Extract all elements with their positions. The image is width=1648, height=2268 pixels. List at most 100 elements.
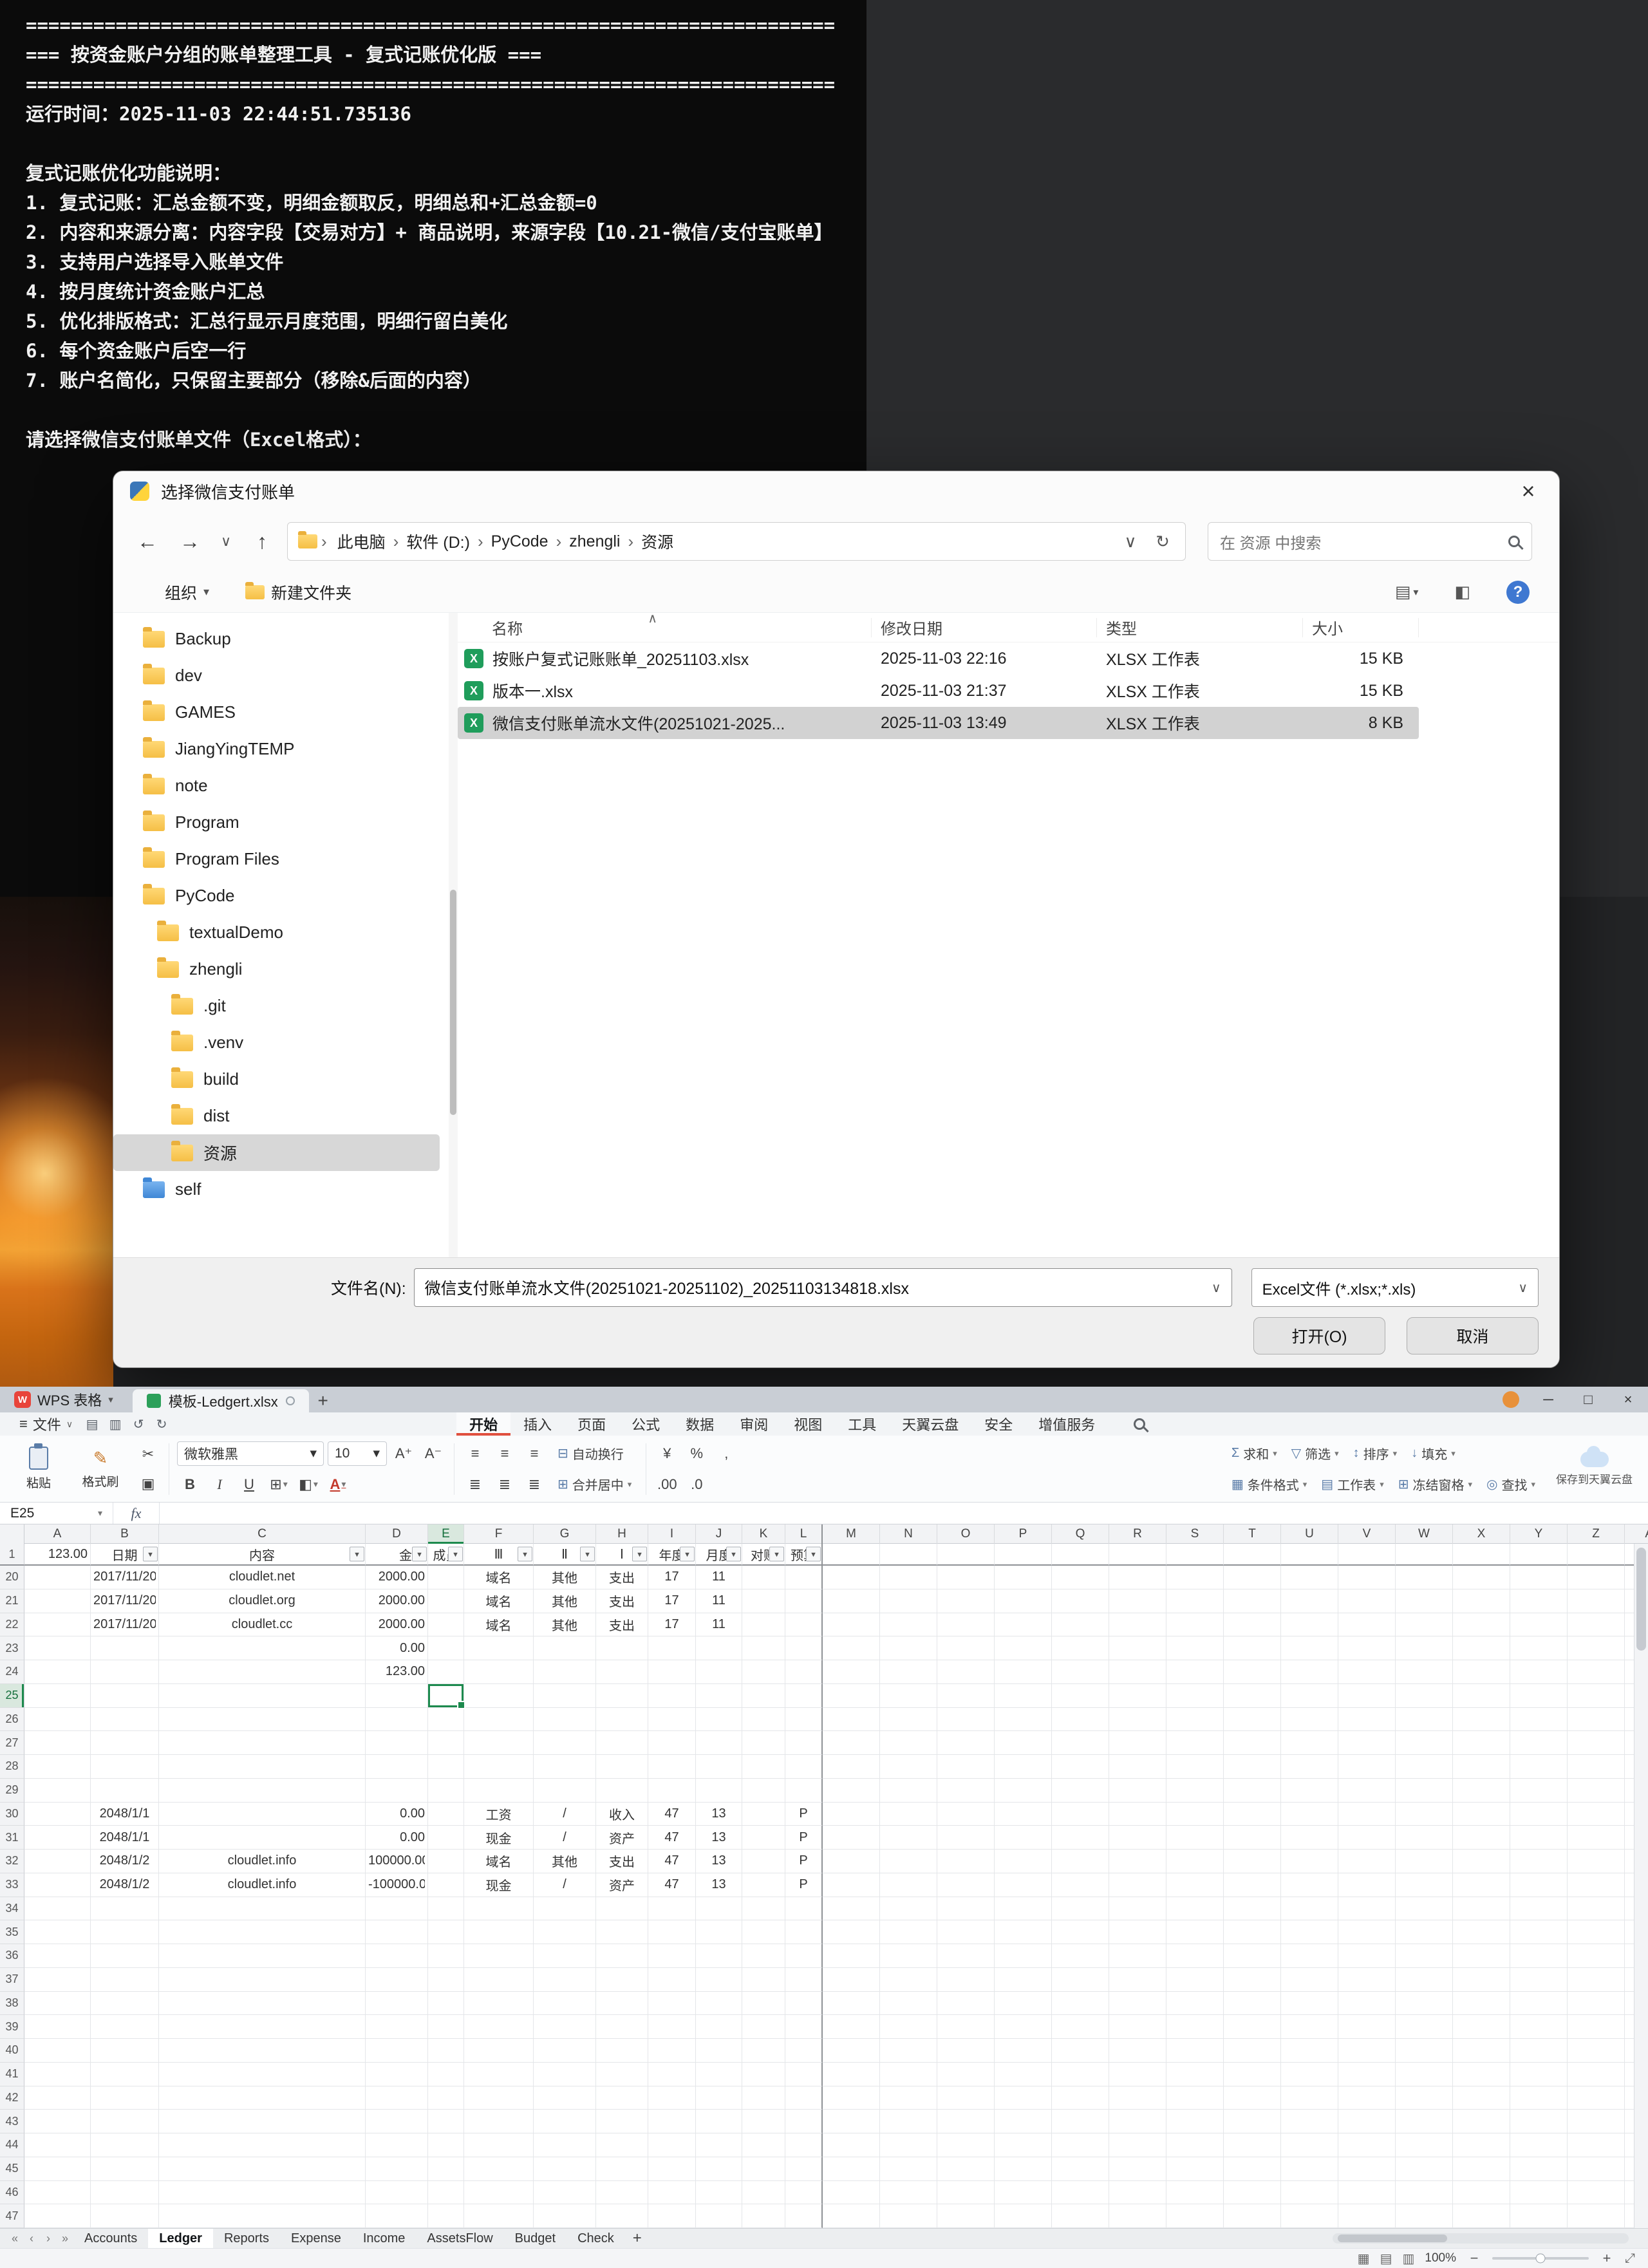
next-sheet-icon[interactable]: › — [40, 2232, 57, 2245]
currency-format-icon[interactable]: ¥ — [654, 1441, 680, 1466]
cell-L38[interactable] — [785, 1992, 823, 2016]
column-header-A[interactable]: A — [24, 1524, 91, 1544]
cell-Z29[interactable] — [1568, 1779, 1625, 1803]
cell-C26[interactable] — [159, 1708, 366, 1732]
cell-A42[interactable] — [24, 2086, 91, 2110]
cell-J47[interactable] — [696, 2204, 742, 2228]
help-icon[interactable]: ? — [1506, 581, 1530, 604]
column-header-G[interactable]: G — [534, 1524, 596, 1544]
cell-V31[interactable] — [1338, 1826, 1396, 1850]
menu-安全[interactable]: 安全 — [971, 1412, 1025, 1436]
cell-V36[interactable] — [1338, 1944, 1396, 1968]
cell-B27[interactable] — [91, 1731, 159, 1755]
cell-G42[interactable] — [534, 2086, 596, 2110]
tree-item-note[interactable]: note — [113, 767, 440, 804]
cell-Y23[interactable] — [1510, 1636, 1568, 1660]
row-header-32[interactable]: 32 — [0, 1850, 24, 1873]
cell-U36[interactable] — [1281, 1944, 1338, 1968]
tree-item-self[interactable]: self — [113, 1171, 440, 1208]
cell-D42[interactable] — [366, 2086, 428, 2110]
cell-E38[interactable] — [428, 1992, 464, 2016]
open-button[interactable]: 打开(O) — [1253, 1317, 1385, 1354]
cell-K29[interactable] — [742, 1779, 785, 1803]
tree-item-Program[interactable]: Program — [113, 804, 440, 841]
cell-O22[interactable] — [937, 1613, 995, 1637]
cell-K37[interactable] — [742, 1968, 785, 1992]
cell-K28[interactable] — [742, 1755, 785, 1779]
cell-P46[interactable] — [995, 2181, 1052, 2205]
cell-X40[interactable] — [1453, 2039, 1510, 2063]
filter-icon[interactable]: ▾ — [412, 1547, 427, 1562]
row-header-26[interactable]: 26 — [0, 1708, 24, 1732]
cell-Z41[interactable] — [1568, 2063, 1625, 2086]
cell-S35[interactable] — [1166, 1920, 1224, 1944]
cell-A25[interactable] — [24, 1684, 91, 1708]
cell-X41[interactable] — [1453, 2063, 1510, 2086]
cell-S21[interactable] — [1166, 1589, 1224, 1613]
cell-G23[interactable] — [534, 1636, 596, 1660]
cell-Z32[interactable] — [1568, 1850, 1625, 1873]
column-header-T[interactable]: T — [1224, 1524, 1281, 1544]
sheet-tab-Check[interactable]: Check — [566, 2229, 625, 2249]
cell-A24[interactable] — [24, 1660, 91, 1684]
cell-K39[interactable] — [742, 2015, 785, 2039]
cell-F42[interactable] — [464, 2086, 534, 2110]
cell-B21[interactable]: 2017/11/20 — [91, 1589, 159, 1613]
cell-O42[interactable] — [937, 2086, 995, 2110]
cell-J46[interactable] — [696, 2181, 742, 2205]
cell-R28[interactable] — [1109, 1755, 1166, 1779]
cell-J25[interactable] — [696, 1684, 742, 1708]
cell-S47[interactable] — [1166, 2204, 1224, 2228]
cell-L30[interactable]: P — [785, 1803, 823, 1826]
cell-J39[interactable] — [696, 2015, 742, 2039]
cell-Z22[interactable] — [1568, 1613, 1625, 1637]
cell-H40[interactable] — [596, 2039, 648, 2063]
cell-M40[interactable] — [823, 2039, 880, 2063]
zoom-out-icon[interactable]: − — [1466, 2250, 1482, 2267]
cell-H47[interactable] — [596, 2204, 648, 2228]
column-header-B[interactable]: B — [91, 1524, 159, 1544]
cell-X1[interactable] — [1453, 1544, 1510, 1566]
cell-N39[interactable] — [880, 2015, 937, 2039]
cell-D1[interactable]: 金额▾ — [366, 1544, 428, 1566]
breadcrumb-item[interactable]: PyCode — [485, 532, 555, 551]
ribbon-排序-button[interactable]: ↕排序▾ — [1347, 1441, 1404, 1467]
cell-U22[interactable] — [1281, 1613, 1338, 1637]
filetype-dropdown-icon[interactable]: ∨ — [1518, 1280, 1528, 1296]
cell-J26[interactable] — [696, 1708, 742, 1732]
cell-P29[interactable] — [995, 1779, 1052, 1803]
cell-Y31[interactable] — [1510, 1826, 1568, 1850]
cell-O28[interactable] — [937, 1755, 995, 1779]
cell-Q30[interactable] — [1052, 1803, 1109, 1826]
cell-K22[interactable] — [742, 1613, 785, 1637]
tree-scrollbar-thumb[interactable] — [450, 890, 456, 1115]
address-bar[interactable]: › 此电脑›软件 (D:)›PyCode›zhengli›资源 ∨ ↻ — [287, 522, 1186, 561]
cell-R20[interactable] — [1109, 1566, 1166, 1589]
back-icon[interactable]: ← — [130, 524, 165, 559]
cell-Y43[interactable] — [1510, 2110, 1568, 2133]
cell-Y36[interactable] — [1510, 1944, 1568, 1968]
cell-R27[interactable] — [1109, 1731, 1166, 1755]
cell-F32[interactable]: 域名 — [464, 1850, 534, 1873]
align-left-icon[interactable]: ≡ — [462, 1441, 488, 1466]
cell-Q37[interactable] — [1052, 1968, 1109, 1992]
cell-B38[interactable] — [91, 1992, 159, 2016]
cell-S24[interactable] — [1166, 1660, 1224, 1684]
minimize-icon[interactable]: ─ — [1528, 1387, 1568, 1412]
cell-P1[interactable] — [995, 1544, 1052, 1566]
menu-工具[interactable]: 工具 — [835, 1412, 889, 1436]
cell-K34[interactable] — [742, 1897, 785, 1921]
cell-B32[interactable]: 2048/1/2 — [91, 1850, 159, 1873]
cell-T41[interactable] — [1224, 2063, 1281, 2086]
cell-L44[interactable] — [785, 2133, 823, 2157]
cell-W27[interactable] — [1396, 1731, 1453, 1755]
cell-N42[interactable] — [880, 2086, 937, 2110]
cell-I38[interactable] — [648, 1992, 696, 2016]
cell-B20[interactable]: 2017/11/20 — [91, 1566, 159, 1589]
cell-E46[interactable] — [428, 2181, 464, 2205]
cell-R21[interactable] — [1109, 1589, 1166, 1613]
row-header-21[interactable]: 21 — [0, 1589, 24, 1613]
cell-H30[interactable]: 收入 — [596, 1803, 648, 1826]
cell-H46[interactable] — [596, 2181, 648, 2205]
percent-format-icon[interactable]: % — [684, 1441, 709, 1466]
